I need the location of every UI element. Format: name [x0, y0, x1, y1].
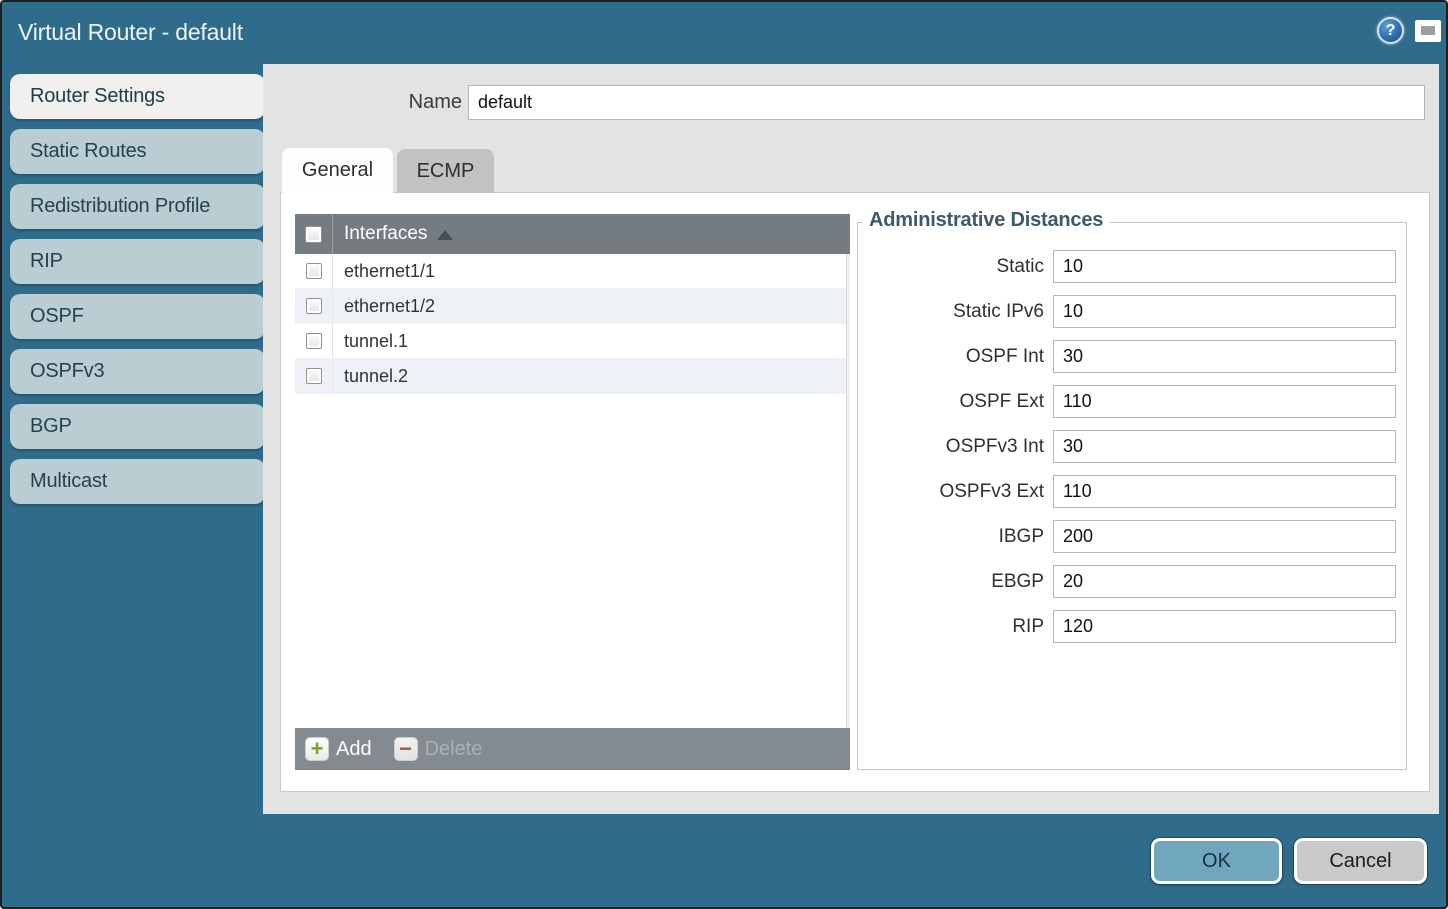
- add-icon: +: [305, 737, 329, 761]
- ok-button[interactable]: OK: [1151, 838, 1282, 884]
- static-ipv6-label: Static IPv6: [858, 301, 1044, 323]
- row-checkbox[interactable]: [306, 333, 322, 349]
- ospfv3-ext-input[interactable]: [1053, 475, 1396, 508]
- rip-label: RIP: [858, 616, 1044, 638]
- delete-button-label: Delete: [425, 738, 483, 761]
- ibgp-input[interactable]: [1053, 520, 1396, 553]
- ospf-ext-input[interactable]: [1053, 385, 1396, 418]
- interfaces-column-label: Interfaces: [344, 223, 427, 245]
- ospf-ext-label: OSPF Ext: [858, 391, 1044, 413]
- ibgp-label: IBGP: [858, 526, 1044, 548]
- name-label: Name: [362, 91, 462, 114]
- sidebar-item-bgp[interactable]: BGP: [10, 404, 265, 449]
- delete-button[interactable]: − Delete: [394, 737, 483, 761]
- table-row[interactable]: ethernet1/2: [295, 289, 850, 324]
- ospfv3-ext-label: OSPFv3 Ext: [858, 481, 1044, 503]
- row-checkbox[interactable]: [306, 368, 322, 384]
- sidebar-item-static-routes[interactable]: Static Routes: [10, 129, 265, 174]
- table-row[interactable]: ethernet1/1: [295, 254, 850, 289]
- cancel-button[interactable]: Cancel: [1294, 838, 1427, 884]
- interfaces-column-header[interactable]: Interfaces: [295, 214, 850, 254]
- row-checkbox[interactable]: [306, 263, 322, 279]
- delete-icon: −: [394, 737, 418, 761]
- interfaces-table: Interfaces ethernet1/1 ethernet1/2 tunne…: [295, 214, 850, 770]
- interfaces-list: ethernet1/1 ethernet1/2 tunnel.1 tunnel.…: [295, 254, 850, 728]
- table-scrollbar[interactable]: [846, 254, 850, 728]
- add-button[interactable]: + Add: [305, 737, 372, 761]
- help-icon-glyph: ?: [1386, 22, 1396, 40]
- add-button-label: Add: [336, 738, 372, 761]
- ebgp-input[interactable]: [1053, 565, 1396, 598]
- name-input[interactable]: [468, 85, 1425, 120]
- virtual-router-dialog: Virtual Router - default ? Router Settin…: [0, 0, 1448, 909]
- administrative-distances-title: Administrative Distances: [862, 209, 1110, 232]
- interface-name: ethernet1/1: [333, 261, 435, 282]
- sidebar-item-ospf[interactable]: OSPF: [10, 294, 265, 339]
- window-restore-icon[interactable]: [1415, 20, 1441, 42]
- table-toolbar: + Add − Delete: [295, 728, 850, 770]
- sidebar-item-rip[interactable]: RIP: [10, 239, 265, 284]
- row-checkbox-cell: [295, 289, 333, 323]
- sort-ascending-icon: [437, 230, 453, 240]
- row-checkbox-cell: [295, 254, 333, 288]
- ospfv3-int-label: OSPFv3 Int: [858, 436, 1044, 458]
- select-all-checkbox[interactable]: [305, 226, 322, 243]
- sidebar-item-multicast[interactable]: Multicast: [10, 459, 265, 504]
- static-label: Static: [858, 256, 1044, 278]
- select-all-cell: [295, 214, 333, 254]
- ospf-int-input[interactable]: [1053, 340, 1396, 373]
- sidebar-item-redistribution-profile[interactable]: Redistribution Profile: [10, 184, 265, 229]
- sidebar-item-ospfv3[interactable]: OSPFv3: [10, 349, 265, 394]
- sidebar-item-router-settings[interactable]: Router Settings: [10, 74, 265, 119]
- help-icon[interactable]: ?: [1377, 17, 1404, 44]
- interface-name: tunnel.2: [333, 366, 408, 387]
- static-input[interactable]: [1053, 250, 1396, 283]
- ospfv3-int-input[interactable]: [1053, 430, 1396, 463]
- dialog-title: Virtual Router - default: [18, 19, 243, 46]
- static-ipv6-input[interactable]: [1053, 295, 1396, 328]
- row-checkbox-cell: [295, 359, 333, 393]
- ebgp-label: EBGP: [858, 571, 1044, 593]
- table-row[interactable]: tunnel.2: [295, 359, 850, 394]
- row-checkbox-cell: [295, 324, 333, 358]
- ospf-int-label: OSPF Int: [858, 346, 1044, 368]
- tab-ecmp[interactable]: ECMP: [397, 149, 494, 193]
- table-row[interactable]: tunnel.1: [295, 324, 850, 359]
- row-checkbox[interactable]: [306, 298, 322, 314]
- administrative-distances-fieldset: Administrative Distances Static Static I…: [857, 222, 1407, 770]
- interface-name: tunnel.1: [333, 331, 408, 352]
- window-restore-icon-inner: [1421, 26, 1435, 35]
- rip-input[interactable]: [1053, 610, 1396, 643]
- tab-general[interactable]: General: [282, 148, 393, 193]
- interface-name: ethernet1/2: [333, 296, 435, 317]
